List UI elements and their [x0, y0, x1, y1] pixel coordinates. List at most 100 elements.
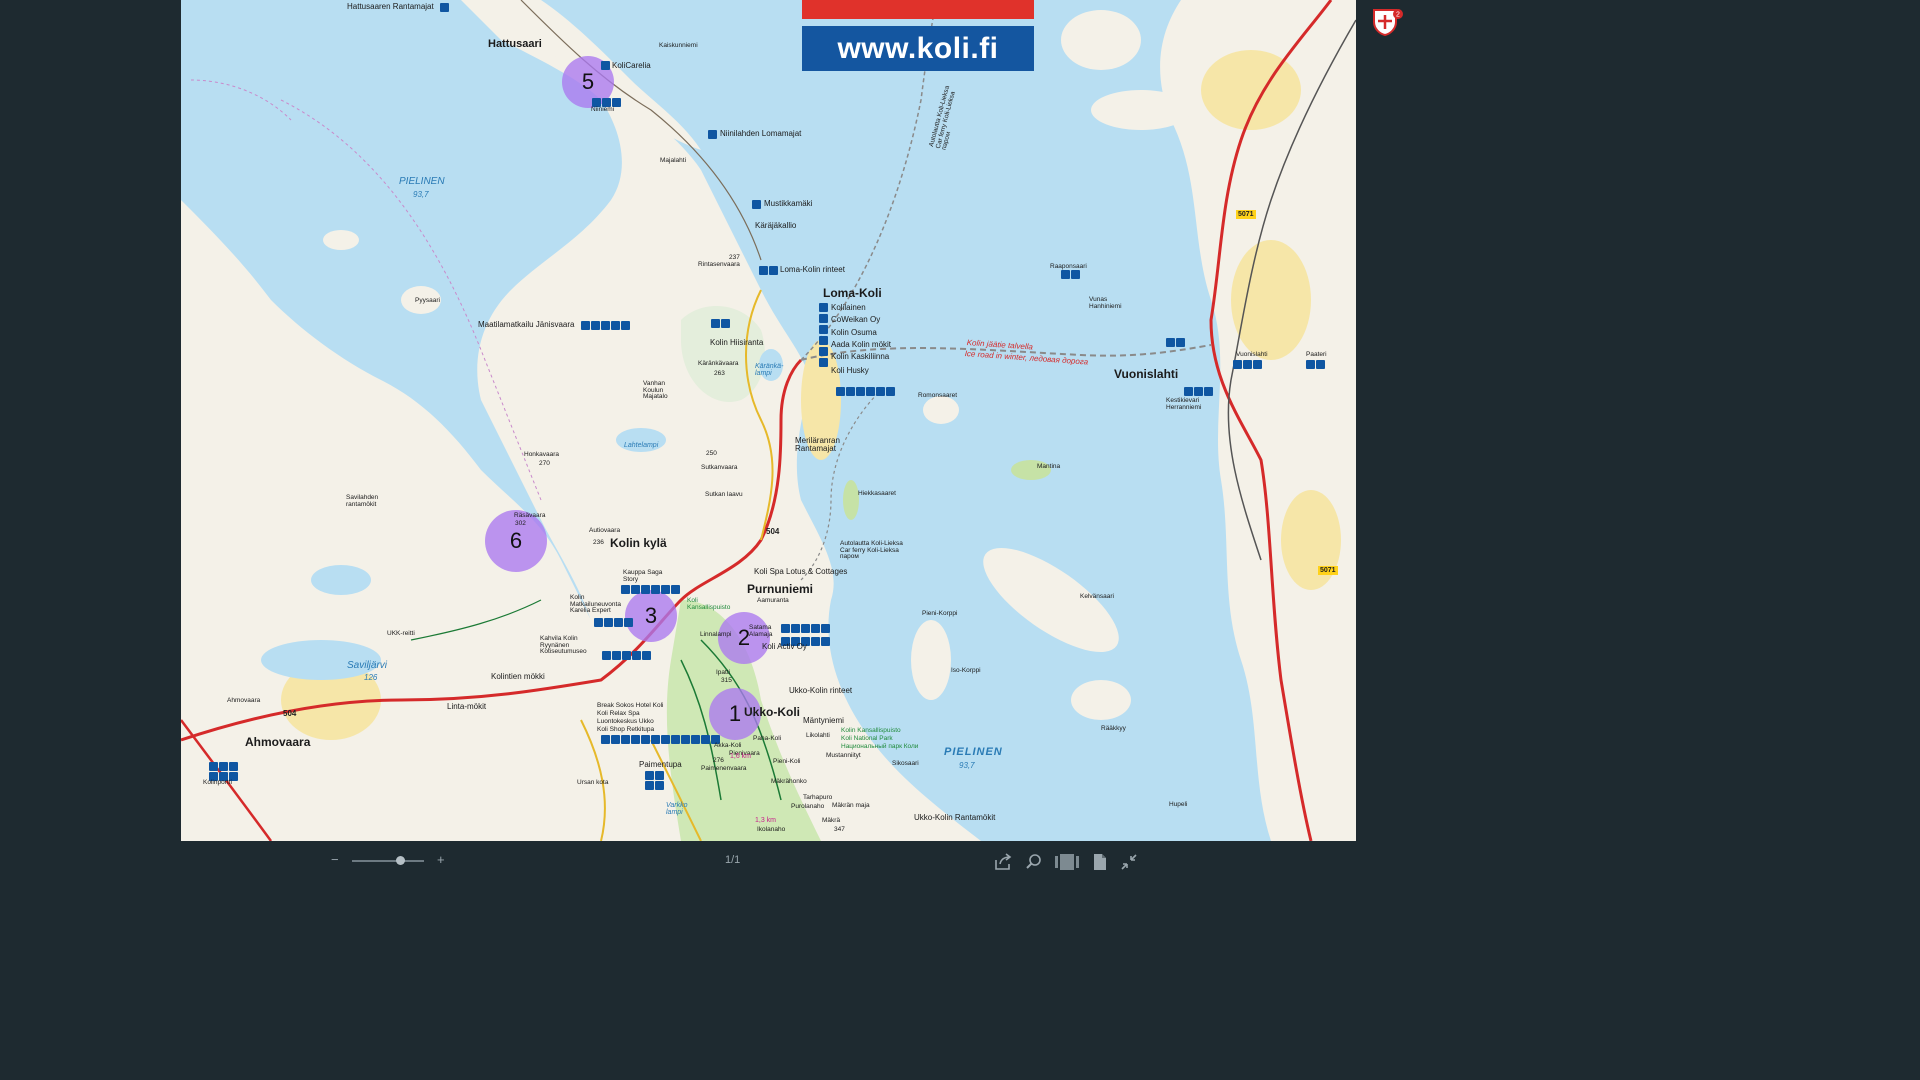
farm-icons	[581, 321, 630, 330]
ski-icons	[759, 266, 778, 275]
shield-plus-icon[interactable]: 2	[1371, 7, 1403, 37]
label-kolin-hiisiranta: Kolin Hiisiranta	[710, 338, 764, 347]
label-majalahti: Majalahti	[660, 157, 687, 164]
label-break-sokos: Break Sokos Hotel Koli	[597, 702, 664, 709]
label-koli-shop: Koli Shop Retkitupa	[597, 726, 655, 733]
label-ukko-kolin-rinteet: Ukko-Kolin rinteet	[789, 686, 853, 695]
harbour-icons	[836, 387, 895, 396]
label-dist-1-6: 1,6 km	[730, 753, 752, 760]
label-akka-koli: Akka-Koli	[714, 742, 742, 749]
label-aamuranta: Aamuranta	[757, 597, 789, 604]
label-ukko-koli: Ukko-Koli	[744, 705, 801, 719]
paateri-icons	[1306, 360, 1325, 369]
label-mustanniityt: Mustanniityt	[826, 752, 861, 759]
label-ikolanaho: Ikolanaho	[757, 826, 786, 833]
label-paimentupa: Paimentupa	[639, 760, 682, 769]
label-road-5071-a: 5071	[1236, 210, 1256, 219]
zoom-in-button[interactable]: +	[437, 852, 445, 867]
label-linta-mokit: Linta-mökit	[447, 702, 487, 711]
label-koli-husky: Koli Husky	[831, 366, 869, 375]
zoom-slider-track[interactable]	[352, 860, 424, 862]
lodging-icon	[440, 3, 449, 12]
label-hupeli: Hupeli	[1169, 801, 1188, 808]
label-maatilamatkailu: Maatilamatkailu Jänisvaara	[478, 320, 575, 329]
label-ahmovaara: Ahmovaara	[245, 735, 311, 749]
label-aada: Aada Kolin mökit	[831, 340, 892, 349]
label-vuonislahti: Vuonislahti	[1114, 367, 1179, 381]
page-icon[interactable]	[1090, 852, 1110, 872]
label-ipatti: Ipatti	[716, 669, 731, 676]
label-linnalampi: Linnalampi	[700, 631, 732, 638]
label-savilahden: Savilahden rantamökit	[346, 494, 379, 508]
label-alt-270: 270	[539, 460, 550, 467]
label-kolin-matkailu: Kolin Matkailuneuvonta Karelia Expert	[570, 594, 621, 614]
thumbnails-icon[interactable]	[1054, 852, 1080, 872]
label-kolin-osuma: Kolin Osuma	[831, 328, 877, 337]
label-luontokeskus: Luontokeskus Ukko	[597, 718, 654, 725]
label-vunas: Vunas Hanhiniemi	[1089, 296, 1122, 310]
zoom-out-button[interactable]: −	[331, 852, 339, 867]
label-sikosaari: Sikosaari	[892, 760, 919, 767]
raaponsaari-icons	[1061, 270, 1080, 279]
label-loma-koli: Loma-Koli	[823, 286, 882, 300]
loma-koli-icons	[819, 303, 828, 367]
label-romonsaaret: Romonsaaret	[918, 392, 958, 399]
map-marker-3[interactable]: 3	[625, 590, 677, 642]
search-icon[interactable]	[1024, 852, 1044, 872]
label-hiekkasaaret: Hiekkasaaret	[858, 490, 896, 497]
matkailu-icons	[594, 618, 633, 627]
label-kaiskunniemi: Kaiskunniemi	[659, 42, 698, 49]
label-pielinen-north: PIELINEN	[399, 176, 445, 187]
lodging-icon	[752, 200, 761, 209]
label-alt-302: 302	[515, 520, 526, 527]
label-iso-korppi: Iso-Korppi	[951, 667, 981, 674]
label-raaponsaari: Raaponsaari	[1050, 263, 1087, 270]
label-niiniemi: Niiniemi	[591, 106, 615, 113]
label-saviharvi-level: 126	[364, 673, 378, 682]
label-merilanranta: Meriläranran Rantamajat	[795, 436, 840, 453]
badge-count: 2	[1396, 12, 1400, 19]
label-makra: Mäkrä	[822, 817, 841, 824]
document-viewer-stage: www.koli.fi 5 6 3 2 1 Hattusaaren Rantam…	[0, 0, 1568, 842]
label-kolicarelia: KoliCarelia	[612, 61, 651, 70]
label-paha-koli: Paha-Koli	[753, 735, 782, 742]
banner-url[interactable]: www.koli.fi	[802, 26, 1034, 71]
label-road-504-b: 504	[283, 709, 297, 718]
label-mustikkamaki: Mustikkamäki	[764, 199, 813, 208]
label-pyysaari: Pyysaari	[415, 297, 440, 304]
label-koli-spa: Koli Spa Lotus & Cottages	[754, 567, 848, 576]
label-honkavaara: Honkavaara	[524, 451, 560, 458]
label-paateri: Paateri	[1306, 351, 1327, 358]
label-rasavaara: Räsävaara	[514, 512, 546, 519]
viewer-toolbar: − + 1/1	[0, 842, 1568, 882]
label-satama: Satama Alamaja	[749, 624, 773, 638]
label-tarhapuro: Tarhapuro	[803, 794, 833, 801]
label-koli-relax: Koli Relax Spa	[597, 710, 640, 717]
banner-red-bar	[802, 0, 1034, 19]
label-likolahti: Likolahti	[806, 732, 830, 739]
label-sutkanvaara: Sutkanvaara	[701, 464, 738, 471]
label-alt-250: 250	[706, 450, 717, 457]
label-coweikan: CoWeikan Oy	[831, 315, 881, 324]
label-pielinen-north-level: 93,7	[413, 190, 429, 199]
zoom-slider-thumb[interactable]	[396, 856, 405, 865]
vuonislahti-services-icons	[1233, 360, 1262, 369]
label-purolanaho: Purolanaho	[791, 803, 825, 810]
label-hattusaari: Hattusaari	[488, 38, 542, 50]
kestikievari-icons	[1184, 387, 1213, 396]
satama-icons	[781, 624, 830, 633]
label-loma-kolin-rinteet: Loma-Kolin rinteet	[780, 265, 845, 274]
koli-map-page[interactable]: www.koli.fi 5 6 3 2 1 Hattusaaren Rantam…	[181, 0, 1356, 841]
collapse-icon[interactable]	[1119, 852, 1139, 872]
label-kahvila: Kahvila Kolin Ryynänen Kotiseutumuseo	[540, 635, 587, 655]
share-icon[interactable]	[993, 852, 1013, 872]
label-pielinen-south-level: 93,7	[959, 761, 975, 770]
label-kauppa: Kauppa Saga Story	[623, 569, 663, 583]
label-kansallispuisto-en: Koli National Park	[841, 735, 893, 742]
label-karankavaara: Käränkävaara	[698, 360, 739, 367]
label-ursan-kota: Ursan kota	[577, 779, 609, 786]
label-kansallispuisto-small: Koli Kansallispuisto	[687, 597, 731, 611]
page-indicator: 1/1	[725, 854, 741, 866]
museum-icons	[602, 651, 651, 660]
paimentupa-icons-2	[645, 781, 664, 790]
